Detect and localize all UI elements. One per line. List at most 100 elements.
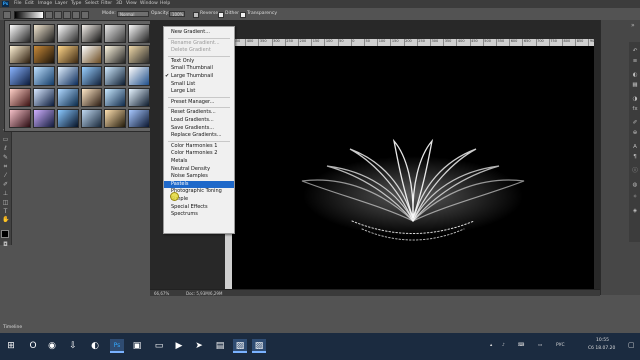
menu-item-spectrums[interactable]: Spectrums [164,211,234,219]
radial-gradient-button[interactable] [54,11,62,19]
battery-icon[interactable]: ▭ [538,343,542,348]
gradient-swatch[interactable] [104,108,127,128]
clone-source-icon[interactable]: ⊕ [632,130,638,136]
gradient-swatch[interactable] [128,87,150,107]
mode-select[interactable]: Normal [117,11,149,17]
properties-icon[interactable]: ≡ [632,58,638,64]
menu-filter[interactable]: Filter [101,1,112,6]
ps-image-icon[interactable]: ▨ [233,339,247,353]
volume-icon[interactable]: ♪ [502,343,505,348]
eraser-tool-icon[interactable]: ◫ [2,200,9,206]
timeline-tab[interactable]: Timeline [3,325,22,330]
folder-icon[interactable]: ▭ [152,339,166,353]
gradient-swatch[interactable] [56,108,79,128]
menu-type[interactable]: Type [71,1,81,6]
gradient-swatch[interactable] [9,87,31,107]
reverse-checkbox[interactable] [193,12,199,18]
gradient-swatch[interactable] [104,66,127,86]
angle-gradient-button[interactable] [63,11,71,19]
menu-item-large-thumbnail[interactable]: ✔ Large Thumbnail [164,73,234,81]
menu-view[interactable]: View [126,1,137,6]
info-icon[interactable]: ⓘ [632,168,638,174]
window-icon[interactable]: ▤ [213,339,227,353]
horizontal-ruler[interactable]: 450 400 350 300 250 200 150 100 50 0 50 100 150 200 25… [232,39,597,46]
menu-item-noise-samples[interactable]: Noise Samples [164,173,234,181]
brush-tool-icon[interactable]: ✐ [2,182,9,188]
adjustments-icon[interactable]: ◑ [632,96,638,102]
download-icon[interactable]: ⇩ [66,339,80,353]
telegram-icon[interactable]: ➤ [192,339,206,353]
gradient-swatch[interactable] [9,66,31,86]
paths-icon[interactable]: ✧ [632,194,638,200]
gradient-preview[interactable] [14,11,44,19]
menu-item-neutral-density[interactable]: Neutral Density [164,166,234,174]
menu-item-small-list[interactable]: Small List [164,81,234,89]
gradient-swatch[interactable] [80,108,103,128]
ps-image2-icon[interactable]: ▨ [252,339,266,353]
gradient-swatch[interactable] [80,87,103,107]
opera-icon[interactable]: O [26,339,40,353]
diamond-gradient-button[interactable] [81,11,89,19]
menu-edit[interactable]: Edit [25,1,34,6]
gradient-swatch[interactable] [32,108,55,128]
lasso-tool-icon[interactable]: ℓ [2,146,9,152]
transparency-checkbox[interactable] [240,12,246,18]
gradient-swatch[interactable] [32,66,55,86]
menu-item-color-harmonies-2[interactable]: Color Harmonies 2 [164,150,234,158]
crop-tool-icon[interactable]: ⌗ [2,164,9,170]
quick-select-icon[interactable]: ✎ [2,155,9,161]
firefox-icon[interactable]: ◐ [88,339,102,353]
clock-time[interactable]: 10:55 [596,338,609,343]
gradient-swatch[interactable] [80,66,103,86]
styles-icon[interactable]: fx [632,106,638,112]
menu-item-save-gradients[interactable]: Save Gradients... [164,125,234,133]
menu-item-large-list[interactable]: Large List [164,88,234,96]
gradient-swatch[interactable] [80,24,103,44]
reflected-gradient-button[interactable] [72,11,80,19]
keyboard-icon[interactable]: ⌨ [518,343,525,348]
gradient-swatch[interactable] [104,24,127,44]
menu-item-small-thumbnail[interactable]: Small Thumbnail [164,65,234,73]
gradient-swatch[interactable] [128,108,150,128]
menu-help[interactable]: Help [160,1,170,6]
menu-layer[interactable]: Layer [55,1,68,6]
opacity-field[interactable]: 100% [169,11,185,17]
menu-item-metals[interactable]: Metals [164,158,234,166]
dither-checkbox[interactable] [218,12,224,18]
text-tool-icon[interactable]: T [2,209,9,215]
gradient-swatch[interactable] [56,66,79,86]
menu-item-preset-manager[interactable]: Preset Manager... [164,99,234,107]
menu-item-new-gradient[interactable]: New Gradient... [164,29,234,37]
gradient-swatch[interactable] [56,45,79,65]
channels-icon[interactable]: ◍ [632,182,638,188]
gradient-tool-icon[interactable] [3,11,11,19]
menu-item-special-effects[interactable]: Special Effects [164,204,234,212]
menu-file[interactable]: File [14,1,22,6]
menu-item-text-only[interactable]: Text Only [164,58,234,66]
brush-panel-icon[interactable]: ✐ [632,120,638,126]
gradient-swatch[interactable] [128,24,150,44]
document-canvas[interactable] [232,46,594,291]
menu-item-reset-gradients[interactable]: Reset Gradients... [164,109,234,117]
gradient-swatch[interactable] [9,45,31,65]
marquee-tool-icon[interactable]: ▭ [2,137,9,143]
foreground-color-swatch[interactable] [1,230,9,238]
network-icon[interactable]: ▴ [490,343,492,348]
menu-3d[interactable]: 3D [116,1,122,6]
menu-item-replace-gradients[interactable]: Replace Gradients... [164,132,234,140]
layers-icon[interactable]: ◈ [632,208,638,214]
photoshop-icon[interactable]: Ps [110,339,124,353]
gradient-swatch[interactable] [32,87,55,107]
gradient-swatch[interactable] [9,108,31,128]
menu-item-pastels[interactable]: Pastels [164,180,234,189]
windows-start-icon[interactable]: ⊞ [4,339,18,353]
swatches-icon[interactable]: ▦ [632,82,638,88]
gradient-swatch[interactable] [9,24,31,44]
notifications-icon[interactable]: ▢ [628,341,635,349]
chrome-icon[interactable]: ◉ [45,339,59,353]
hand-tool-icon[interactable]: ✋ [2,217,9,223]
history-icon[interactable]: ↶ [632,48,638,54]
collapse-panels-icon[interactable]: » [631,22,635,29]
gradient-swatch[interactable] [56,24,79,44]
menu-item-color-harmonies-1[interactable]: Color Harmonies 1 [164,143,234,151]
